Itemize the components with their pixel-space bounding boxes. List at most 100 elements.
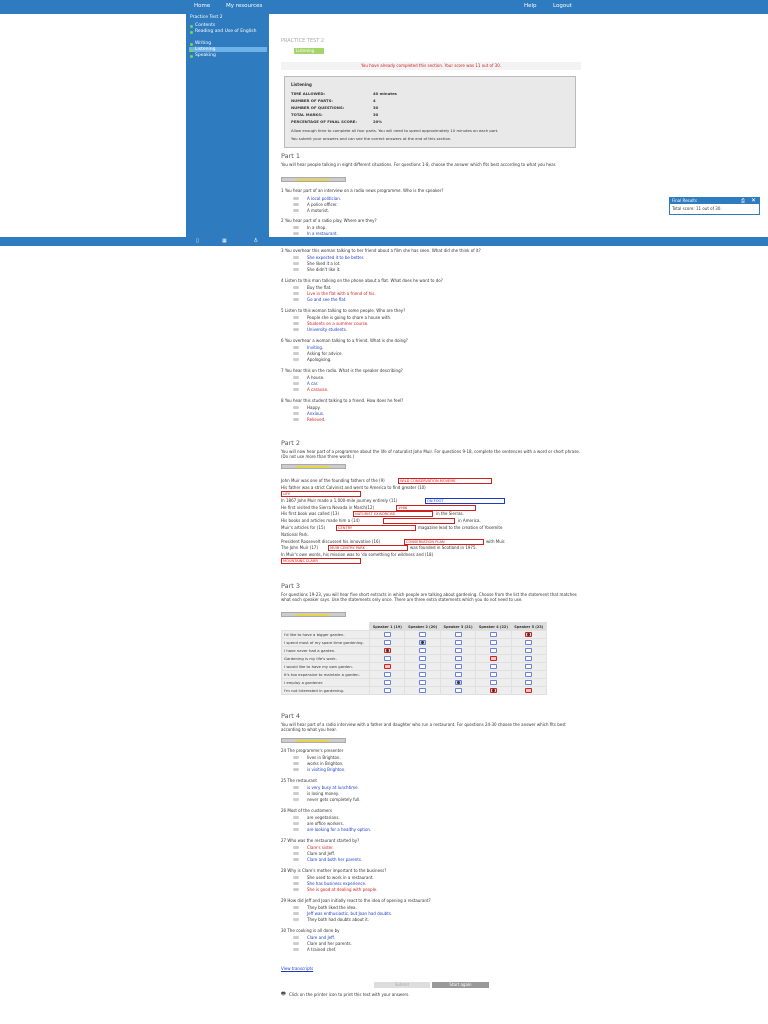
question-25: 25 The restaurant bbox=[281, 778, 317, 783]
question-1: 1 You hear part of an interview on a rad… bbox=[281, 188, 444, 193]
nav-help-link[interactable]: Help bbox=[524, 3, 537, 9]
book-icon[interactable]: ▯ bbox=[196, 238, 199, 244]
table-row: Gardening is my life's work. bbox=[280, 654, 548, 663]
p2-line-17b: was founded in Scotland in 1975. bbox=[410, 545, 477, 550]
answer-field-13[interactable]: NATURIST EXISORCISE bbox=[353, 511, 433, 517]
question-6: 6 You overhear a woman talking to a frie… bbox=[281, 338, 408, 343]
p2-line-11: In 1867 John Muir made a 1,000-mile jour… bbox=[281, 498, 398, 503]
part1-heading: Part 1 bbox=[281, 152, 301, 160]
speaker-4-header: Speaker 4 (22) bbox=[475, 622, 512, 631]
p2-line-14: His books and articles made him a (14) bbox=[281, 518, 360, 523]
audio-player-part2[interactable] bbox=[281, 464, 346, 469]
question-30: 30 The cooking is all done by bbox=[281, 928, 340, 933]
question-27: 27 Who was the restaurant started by? bbox=[281, 838, 360, 843]
bullet-icon bbox=[190, 30, 193, 34]
p2-line-14b: in America. bbox=[458, 518, 481, 523]
question-29: 29 How did Jeff and Joan initially react… bbox=[281, 898, 431, 903]
tab-listening[interactable]: Listening bbox=[294, 48, 324, 54]
p2-line-17: The John Muir (17) bbox=[281, 545, 318, 550]
question-3: 3 You overhear this woman talking to her… bbox=[281, 248, 481, 253]
table-row: I would like to have my own garden. bbox=[280, 662, 548, 671]
info-values: 40 minutes 4 30 30 20% bbox=[373, 91, 397, 124]
table-row: I spend most of my spare time gardening. bbox=[280, 638, 548, 647]
printer-icon[interactable]: 🖶 bbox=[281, 991, 286, 999]
answer-field-14[interactable] bbox=[383, 518, 455, 524]
bullet-icon bbox=[190, 42, 193, 46]
part3-matching-table: Speaker 1 (19) Speaker 2 (20) Speaker 3 … bbox=[280, 622, 548, 695]
answer-field-9[interactable]: WILD CONSERVATION MOVEME bbox=[398, 478, 492, 484]
audio-player-part4[interactable] bbox=[281, 738, 346, 743]
view-transcripts-link[interactable]: View transcripts bbox=[281, 966, 581, 971]
table-row: I'd like to have a bigger garden. bbox=[280, 630, 548, 639]
info-keys: TIME ALLOWED: NUMBER OF PARTS: NUMBER OF Q… bbox=[291, 91, 357, 124]
sidebar-item-reading[interactable]: Reading and Use of English bbox=[189, 29, 267, 34]
bottom-toolbar: ▯ ▦ ♁ bbox=[0, 237, 768, 246]
question-2: 2 You hear part of a radio play. Where a… bbox=[281, 218, 377, 223]
print-instructions: Click on the printer icon to print this … bbox=[289, 992, 410, 997]
nav-logout-link[interactable]: Logout bbox=[553, 3, 572, 9]
grid-icon[interactable]: ▦ bbox=[222, 238, 227, 244]
p2-line-15c: National Park. bbox=[281, 532, 309, 537]
print-icon[interactable]: ⎙ bbox=[741, 198, 745, 204]
info-text-1: Allow enough time to complete all four p… bbox=[291, 128, 499, 133]
section-info-box: Listening TIME ALLOWED: NUMBER OF PARTS: N… bbox=[284, 76, 576, 148]
final-score: Total score: 11 out of 30. bbox=[672, 206, 722, 211]
info-heading: Listening bbox=[291, 82, 312, 87]
completed-notice: You have already completed this section.… bbox=[281, 62, 581, 70]
question-4: 4 Listen to this man talking on the phon… bbox=[281, 278, 443, 283]
question-8: 8 You hear this student talking to a fri… bbox=[281, 398, 404, 403]
microphone-icon[interactable]: ♁ bbox=[254, 238, 258, 244]
question-5: 5 Listen to this woman talking to some p… bbox=[281, 308, 406, 313]
top-navbar: Home My resources Help Logout bbox=[0, 0, 768, 14]
sidebar: Practice Test 2 Contents Reading and Use… bbox=[186, 14, 269, 237]
submit-button[interactable]: Submit bbox=[374, 982, 430, 988]
question-26: 26 Most of the customers bbox=[281, 808, 333, 813]
part1-intro: You will hear people talking in eight di… bbox=[281, 162, 557, 167]
p2-line-15: Muir's articles for (15) bbox=[281, 525, 326, 530]
nav-resources-link[interactable]: My resources bbox=[226, 3, 262, 9]
part3-intro: For questions 19-23, you will hear five … bbox=[281, 592, 577, 602]
audio-player-part3[interactable] bbox=[281, 612, 346, 617]
part2-intro: You will now hear part of a programme ab… bbox=[281, 449, 581, 459]
audio-player-part1[interactable] bbox=[281, 177, 346, 182]
part4-heading: Part 4 bbox=[281, 712, 301, 720]
part3-heading: Part 3 bbox=[281, 582, 301, 590]
bullet-icon bbox=[190, 54, 193, 58]
p2-line-9: John Muir was one of the founding father… bbox=[281, 478, 385, 483]
answer-field-17[interactable]: MUIR CENTRY PARK bbox=[328, 545, 408, 551]
p2-line-13: His first book was called (13) bbox=[281, 511, 340, 516]
close-icon[interactable]: ✕ bbox=[751, 197, 756, 204]
bullet-icon bbox=[190, 48, 193, 52]
speaker-2-header: Speaker 2 (20) bbox=[404, 622, 441, 631]
final-results-popup: Final Results ⎙ ✕ Total score: 11 out of… bbox=[669, 197, 760, 215]
p2-line-16b: with Muir. bbox=[486, 539, 506, 544]
sidebar-item-writing[interactable]: Writing bbox=[189, 41, 267, 46]
answer-field-10[interactable]: LIFE bbox=[281, 491, 361, 497]
nav-home-link[interactable]: Home bbox=[194, 3, 210, 9]
table-row: It's too expensive to maintain a garden. bbox=[280, 670, 548, 679]
answer-field-18[interactable]: MOUNTAINS CLARR bbox=[281, 558, 361, 564]
sidebar-item-listening[interactable]: Listening bbox=[189, 47, 267, 52]
start-again-button[interactable]: Start again bbox=[432, 982, 489, 988]
sidebar-item-speaking[interactable]: Speaking bbox=[189, 53, 267, 58]
bullet-icon bbox=[190, 24, 193, 28]
speaker-1-header: Speaker 1 (19) bbox=[369, 622, 406, 631]
info-text-2: You submit your answers and can see the … bbox=[291, 136, 452, 141]
sidebar-item-contents[interactable]: Contents bbox=[189, 23, 267, 28]
question-7: 7 You hear this on the radio. What is th… bbox=[281, 368, 403, 373]
sidebar-title: Practice Test 2 bbox=[190, 15, 223, 20]
page-title: PRACTICE TEST 2 bbox=[281, 38, 325, 44]
answer-field-11[interactable]: ON FOOT bbox=[425, 498, 505, 504]
question-28: 28 Why is Clare's mother important to th… bbox=[281, 868, 387, 873]
table-row: I employ a gardener. bbox=[280, 678, 548, 687]
part2-heading: Part 2 bbox=[281, 439, 301, 447]
speaker-5-header: Speaker 5 (23) bbox=[510, 622, 548, 631]
p2-line-12b: in the Sierras. bbox=[436, 511, 464, 516]
p2-line-15b: magazine lead to the creation of Yosemit… bbox=[418, 525, 503, 530]
speaker-3-header: Speaker 3 (21) bbox=[439, 622, 477, 631]
part4-intro: You will hear part of a radio interview … bbox=[281, 722, 566, 732]
question-24: 24 The programme's presenter bbox=[281, 748, 344, 753]
table-row: I'm not interested in gardening. bbox=[280, 686, 548, 695]
answer-field-15[interactable]: CENTRY bbox=[336, 525, 416, 531]
table-row: I have never had a garden. bbox=[280, 646, 548, 655]
